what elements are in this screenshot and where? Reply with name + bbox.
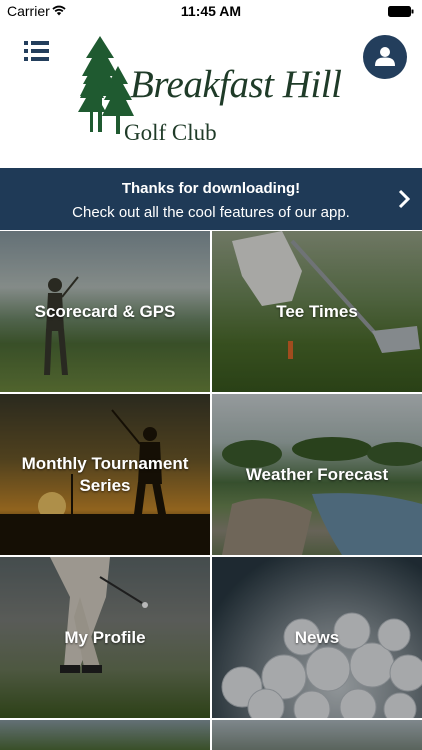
profile-button[interactable] (363, 35, 407, 79)
menu-list-icon[interactable] (24, 40, 50, 62)
tile-news[interactable]: News (212, 557, 422, 718)
tile-partial-right[interactable] (212, 720, 422, 750)
battery-icon (388, 6, 414, 17)
tile-label: Monthly Tournament Series (21, 453, 189, 495)
tile-label: My Profile (64, 627, 146, 647)
welcome-banner[interactable]: Thanks for downloading! Check out all th… (0, 168, 422, 230)
user-icon (375, 47, 395, 66)
tile-label: Scorecard & GPS (34, 301, 176, 321)
tile-my-profile[interactable]: My Profile (0, 557, 210, 718)
tile-label: News (294, 627, 340, 647)
tile-label: Weather Forecast (245, 464, 389, 484)
banner-text: Check out all the cool features of our a… (72, 204, 350, 221)
chevron-right-icon (398, 189, 410, 209)
app-header: Breakfast Hill Golf Club (0, 22, 422, 168)
logo-line-2: Golf Club (124, 120, 217, 145)
club-logo: Breakfast Hill Golf Club (78, 36, 348, 154)
tile-scorecard-gps[interactable]: Scorecard & GPS (0, 231, 210, 392)
tile-monthly-tournament-series[interactable]: Monthly Tournament Series (0, 394, 210, 555)
tile-tee-times[interactable]: Tee Times (212, 231, 422, 392)
logo-line-1: Breakfast Hill (130, 63, 342, 106)
banner-title: Thanks for downloading! (121, 180, 301, 197)
status-time: 11:45 AM (180, 3, 242, 19)
status-bar: Carrier 11:45 AM (0, 0, 422, 22)
tile-label: Tee Times (276, 301, 358, 321)
tile-shade (0, 720, 210, 750)
tile-partial-left[interactable] (0, 720, 210, 750)
tile-shade (212, 720, 422, 750)
tile-weather-forecast[interactable]: Weather Forecast (212, 394, 422, 555)
